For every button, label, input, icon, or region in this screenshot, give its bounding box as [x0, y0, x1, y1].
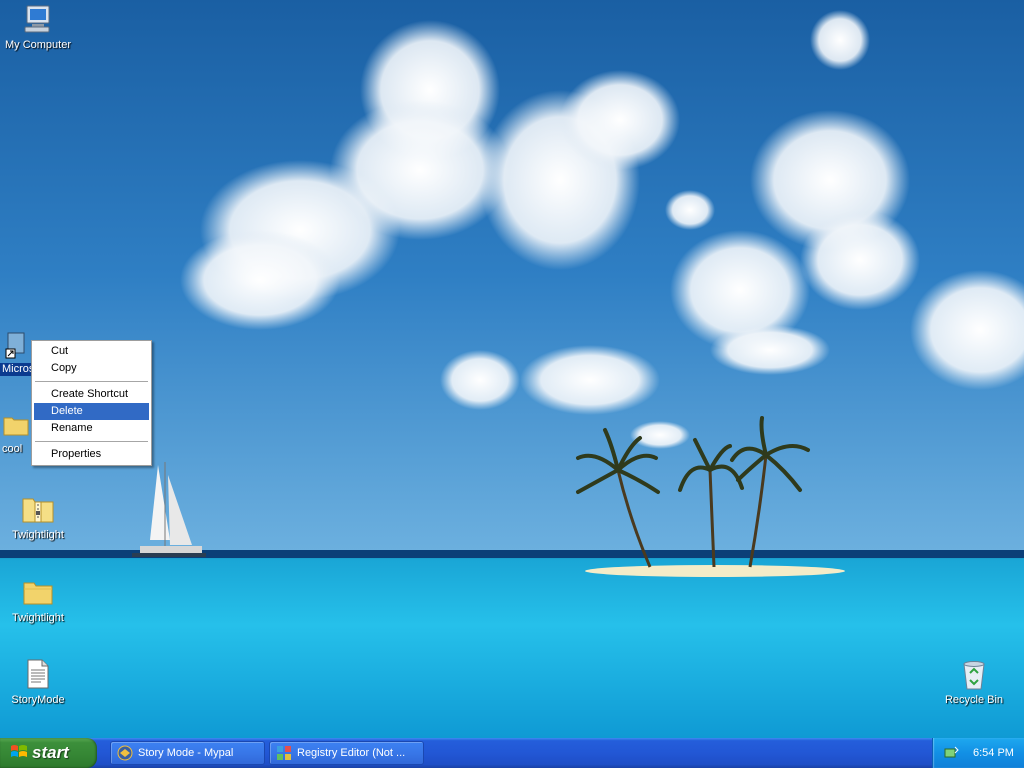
my-computer-icon: [21, 2, 55, 36]
taskbar-button-story-mode[interactable]: Story Mode - Mypal: [110, 741, 265, 765]
desktop-wallpaper: [0, 0, 1024, 738]
menu-separator: [35, 441, 148, 442]
registry-editor-icon: [276, 745, 292, 761]
mypal-browser-icon: [117, 745, 133, 761]
menu-item-rename[interactable]: Rename: [34, 420, 149, 437]
zip-folder-icon: [21, 492, 55, 526]
menu-separator: [35, 381, 148, 382]
desktop-icon-my-computer[interactable]: My Computer: [0, 2, 76, 52]
folder-icon: [0, 410, 32, 440]
desktop-icon-label: StoryMode: [11, 694, 65, 706]
taskbar-button-registry-editor[interactable]: Registry Editor (Not ...: [269, 741, 424, 765]
desktop-icon-twightlight-zip[interactable]: Twightlight: [0, 492, 76, 542]
desktop-icon-twightlight-folder[interactable]: Twightlight: [0, 575, 76, 625]
menu-item-properties[interactable]: Properties: [34, 446, 149, 463]
desktop-icon-cool[interactable]: cool: [0, 410, 32, 456]
clock[interactable]: 6:54 PM: [973, 747, 1014, 759]
text-document-icon: [21, 657, 55, 691]
windows-logo-icon: [10, 743, 28, 764]
menu-item-delete[interactable]: Delete: [34, 403, 149, 420]
desktop-icon-label: Twightlight: [12, 612, 64, 624]
recycle-bin-icon: [957, 657, 991, 691]
taskbar-button-label: Registry Editor (Not ...: [297, 747, 406, 759]
start-button[interactable]: start: [0, 738, 97, 768]
taskbar: start Story Mode - Mypal Registry Editor…: [0, 738, 1024, 768]
desktop-icon-storymode[interactable]: StoryMode: [0, 657, 76, 707]
context-menu: Cut Copy Create Shortcut Delete Rename P…: [31, 340, 152, 466]
desktop-icon-label: cool: [2, 443, 23, 455]
taskbar-button-label: Story Mode - Mypal: [138, 747, 234, 759]
desktop-icon-label: Twightlight: [12, 529, 64, 541]
desktop-icon-microsoft-basic[interactable]: Microsoft Bas: [0, 330, 32, 376]
menu-item-copy[interactable]: Copy: [34, 360, 149, 377]
desktop-icon-label: Microsoft Bas: [0, 363, 32, 376]
system-tray: 6:54 PM: [932, 738, 1024, 768]
desktop-icon-label: My Computer: [4, 39, 72, 51]
safely-remove-hardware-icon[interactable]: [943, 744, 959, 763]
desktop-icon-label: Recycle Bin: [944, 694, 1004, 706]
menu-item-cut[interactable]: Cut: [34, 343, 149, 360]
menu-item-create-shortcut[interactable]: Create Shortcut: [34, 386, 149, 403]
shortcut-icon: [0, 330, 32, 360]
folder-icon: [21, 575, 55, 609]
start-label: start: [32, 743, 69, 762]
desktop-icon-recycle-bin[interactable]: Recycle Bin: [936, 657, 1012, 707]
